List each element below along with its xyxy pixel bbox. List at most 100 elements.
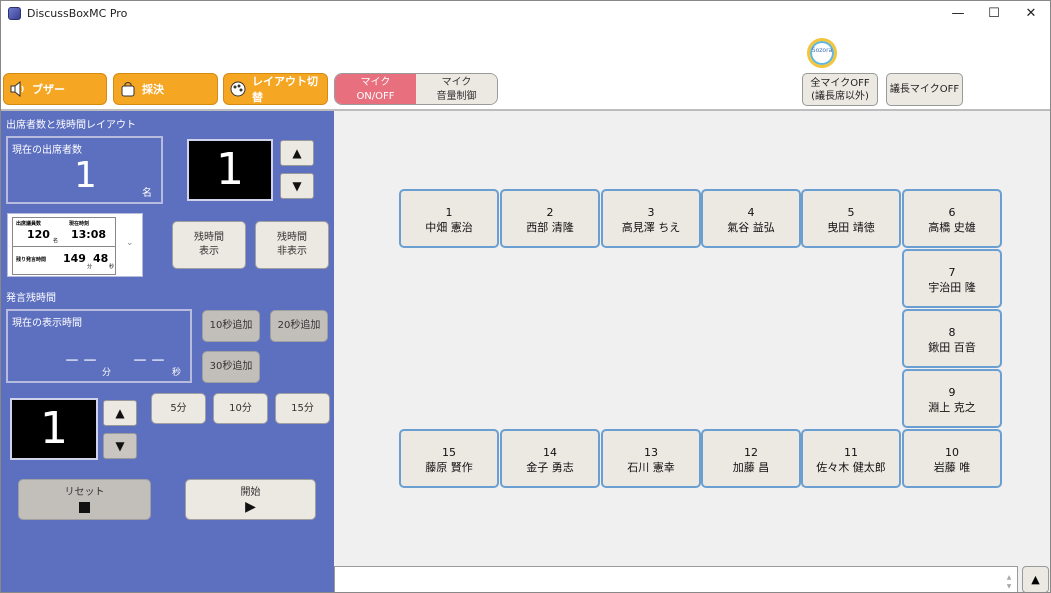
seat-14[interactable]: 14 金子 勇志 xyxy=(500,429,600,488)
play-icon: ▶ xyxy=(245,498,256,515)
mic-volume-tab[interactable]: マイク 音量制御 xyxy=(416,74,497,104)
speech-time-label: 現在の表示時間 xyxy=(12,318,82,329)
seat-name: 加藤 昌 xyxy=(732,461,770,474)
seat-number: 1 xyxy=(445,206,453,219)
attendance-down-button[interactable]: ▼ xyxy=(280,173,314,199)
start-button[interactable]: 開始 ▶ xyxy=(185,479,316,520)
show-remaining-button[interactable]: 残時間 表示 xyxy=(172,221,246,269)
speech-minutes-unit: 分 xyxy=(102,368,112,378)
vote-label: 採決 xyxy=(142,83,164,96)
attendance-box: 現在の出席者数 1 名 xyxy=(6,136,163,204)
seat-15[interactable]: 15 藤原 賢作 xyxy=(399,429,499,488)
add-30s-button[interactable]: 30秒追加 xyxy=(202,351,260,383)
seat-9[interactable]: 9 淵上 克之 xyxy=(902,369,1002,428)
preset-5min-button[interactable]: 5分 xyxy=(151,393,206,424)
buzzer-button[interactable]: ブザー xyxy=(3,73,107,105)
layout-switch-label: レイアウト切替 xyxy=(252,75,318,104)
speech-down-button[interactable]: ▼ xyxy=(103,433,137,459)
reset-button[interactable]: リセット xyxy=(18,479,151,520)
seat-number: 2 xyxy=(546,206,554,219)
up-arrow-icon: ▲ xyxy=(1031,573,1040,586)
message-input[interactable]: ▲ ▼ xyxy=(334,566,1018,592)
speech-minutes: －－ xyxy=(64,351,101,370)
seat-name: 高見澤 ちえ xyxy=(621,221,681,234)
speech-up-button[interactable]: ▲ xyxy=(103,400,137,426)
seat-name: 佐々木 健太郎 xyxy=(816,461,886,474)
layout-switch-button[interactable]: レイアウト切替 xyxy=(223,73,328,105)
seat-number: 8 xyxy=(948,326,956,339)
seat-name: 岩藤 唯 xyxy=(933,461,971,474)
attendance-unit: 名 xyxy=(142,188,152,199)
reset-label: リセット xyxy=(64,487,105,498)
up-arrow-icon: ▲ xyxy=(115,406,125,420)
seat-5[interactable]: 5 曳田 靖徳 xyxy=(801,189,901,248)
hide-remaining-button[interactable]: 残時間 非表示 xyxy=(255,221,329,269)
speech-section-title: 発言残時間 xyxy=(6,293,56,304)
bag-icon xyxy=(120,81,136,97)
expand-up-button[interactable]: ▲ xyxy=(1022,566,1049,592)
speech-seconds: －－ xyxy=(132,351,169,370)
seat-6[interactable]: 6 高橋 史雄 xyxy=(902,189,1002,248)
title-bar: DiscussBoxMC Pro — ☐ ✕ xyxy=(1,1,1050,27)
seat-number: 6 xyxy=(948,206,956,219)
seat-1[interactable]: 1 中畑 憲治 xyxy=(399,189,499,248)
app-window: DiscussBoxMC Pro — ☐ ✕ ブザー 採決 レイアウト切替 マイ… xyxy=(0,0,1051,593)
seat-12[interactable]: 12 加藤 昌 xyxy=(701,429,801,488)
seat-11[interactable]: 11 佐々木 健太郎 xyxy=(801,429,901,488)
seat-name: 藤原 賢作 xyxy=(425,461,473,474)
preview-display: 出席議員数 現在時刻 120 名 13:08 残り発言時間 149 分 48 秒 xyxy=(12,217,116,275)
app-title: DiscussBoxMC Pro xyxy=(27,7,128,20)
speech-display: 1 xyxy=(10,398,98,460)
input-scroll-icon: ▲ ▼ xyxy=(1006,574,1012,590)
mic-mode-toggle: マイク ON/OFF マイク 音量制御 xyxy=(334,73,498,105)
layout-preview[interactable]: 出席議員数 現在時刻 120 名 13:08 残り発言時間 149 分 48 秒… xyxy=(7,213,143,277)
down-arrow-icon: ▼ xyxy=(292,179,302,193)
add-20s-button[interactable]: 20秒追加 xyxy=(270,310,328,342)
seat-7[interactable]: 7 宇治田 隆 xyxy=(902,249,1002,308)
up-arrow-icon: ▲ xyxy=(292,146,302,160)
seat-number: 15 xyxy=(442,446,456,459)
add-10s-button[interactable]: 10秒追加 xyxy=(202,310,260,342)
seat-number: 7 xyxy=(948,266,956,279)
seat-name: 中畑 憲治 xyxy=(425,221,473,234)
maximize-button[interactable]: ☐ xyxy=(976,1,1012,27)
seat-name: 淵上 克之 xyxy=(928,401,976,414)
attendance-display: 1 xyxy=(187,139,273,201)
close-button[interactable]: ✕ xyxy=(1013,1,1049,27)
seat-13[interactable]: 13 石川 憲幸 xyxy=(601,429,701,488)
all-mic-off-button[interactable]: 全マイクOFF (議長席以外) xyxy=(802,73,878,106)
seat-number: 4 xyxy=(747,206,755,219)
seat-name: 曳田 靖徳 xyxy=(827,221,875,234)
seat-8[interactable]: 8 鍬田 百音 xyxy=(902,309,1002,368)
attendance-count: 1 xyxy=(74,155,97,196)
preset-10min-button[interactable]: 10分 xyxy=(213,393,268,424)
bottom-bar: ▲ ▼ ▲ xyxy=(334,564,1050,592)
seat-number: 9 xyxy=(948,386,956,399)
seat-name: 氣谷 益弘 xyxy=(727,221,775,234)
vote-button[interactable]: 採決 xyxy=(113,73,218,105)
speech-time-box: 現在の表示時間 －－ 分 －－ 秒 xyxy=(6,309,192,383)
seat-2[interactable]: 2 西部 清隆 xyxy=(500,189,600,248)
seat-name: 宇治田 隆 xyxy=(928,281,976,294)
speech-seconds-unit: 秒 xyxy=(172,368,182,378)
seat-number: 13 xyxy=(644,446,658,459)
chevron-down-icon: ⌄ xyxy=(126,238,134,248)
buzzer-label: ブザー xyxy=(32,83,65,96)
attendance-up-button[interactable]: ▲ xyxy=(280,140,314,166)
seat-number: 12 xyxy=(744,446,758,459)
seat-name: 鍬田 百音 xyxy=(928,341,976,354)
start-label: 開始 xyxy=(240,486,261,498)
preset-15min-button[interactable]: 15分 xyxy=(275,393,330,424)
seat-3[interactable]: 3 高見澤 ちえ xyxy=(601,189,701,248)
mic-onoff-tab[interactable]: マイク ON/OFF xyxy=(335,74,416,104)
chair-mic-off-button[interactable]: 議長マイクOFF xyxy=(886,73,963,106)
app-icon xyxy=(8,7,21,20)
seat-number: 10 xyxy=(945,446,959,459)
minimize-button[interactable]: — xyxy=(940,1,976,27)
seat-10[interactable]: 10 岩藤 唯 xyxy=(902,429,1002,488)
seat-number: 14 xyxy=(543,446,557,459)
stop-icon xyxy=(79,502,90,513)
seat-name: 石川 憲幸 xyxy=(627,461,675,474)
sozora-logo: Sozora xyxy=(807,38,837,68)
seat-4[interactable]: 4 氣谷 益弘 xyxy=(701,189,801,248)
